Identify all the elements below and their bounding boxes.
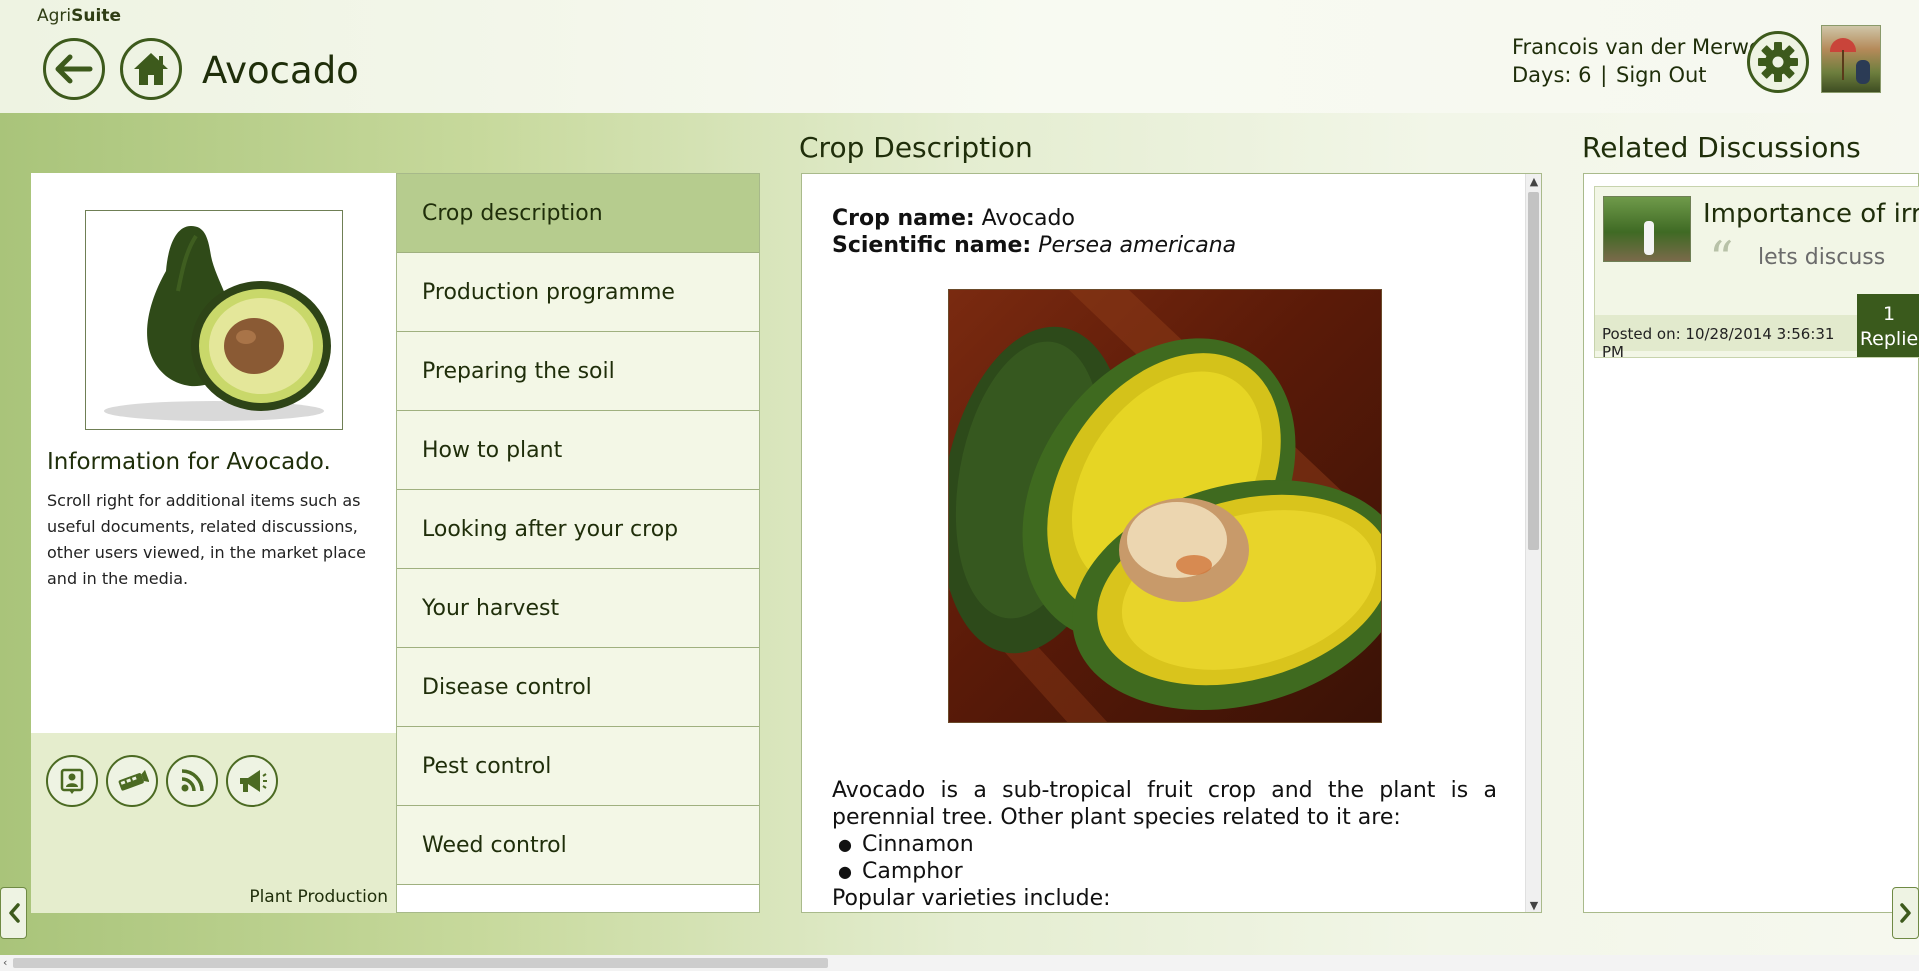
arrow-left-icon <box>55 54 93 84</box>
discussion-replies-badge[interactable]: 1 Replie <box>1857 294 1919 357</box>
crop-description-panel[interactable]: Crop name: Avocado Scientific name: Pers… <box>801 173 1542 913</box>
back-button[interactable] <box>43 38 105 100</box>
person-figure-shape <box>1644 221 1654 255</box>
crop-name-value: Avocado <box>981 206 1075 231</box>
contact-card-icon <box>60 768 84 794</box>
megaphone-icon <box>240 770 267 792</box>
menu-item-looking-after-crop[interactable]: Looking after your crop <box>397 490 759 569</box>
description-scrollbar[interactable]: ▲ ▼ <box>1525 174 1541 912</box>
menu-item-crop-description[interactable]: Crop description <box>397 174 759 253</box>
crop-info-card: Information for Avocado. Scroll right fo… <box>31 173 396 913</box>
settings-button[interactable] <box>1747 31 1809 93</box>
related-species-list: Cinnamon Camphor <box>838 831 1497 885</box>
related-discussions-panel: Importance of irr... “ lets discuss Post… <box>1583 173 1919 913</box>
user-name: Francois van der Merwe <box>1512 35 1762 59</box>
menu-item-preparing-soil[interactable]: Preparing the soil <box>397 332 759 411</box>
crop-topic-menu: Crop description Production programme Pr… <box>396 173 760 913</box>
rss-button[interactable] <box>166 755 218 807</box>
crop-description-body: Avocado is a sub-tropical fruit crop and… <box>832 778 1497 830</box>
chevron-right-icon <box>1899 903 1911 923</box>
media-button[interactable] <box>106 755 158 807</box>
avocado-photo <box>948 289 1382 723</box>
menu-item-production-programme[interactable]: Production programme <box>397 253 759 332</box>
app-brand: AgriSuite <box>37 6 121 26</box>
home-button[interactable] <box>120 38 182 100</box>
menu-item-your-harvest[interactable]: Your harvest <box>397 569 759 648</box>
horizontal-scrollbar[interactable]: ‹ <box>0 955 1919 971</box>
category-label: Plant Production <box>249 887 388 907</box>
scroll-left-arrow-icon[interactable]: ‹ <box>3 955 7 971</box>
user-info: Francois van der Merwe Days: 6 | Sign Ou… <box>1512 33 1762 89</box>
scientific-name-value: Persea americana <box>1038 233 1237 258</box>
scrollbar-thumb[interactable] <box>1528 192 1539 550</box>
home-icon <box>134 53 168 85</box>
menu-item-how-to-plant[interactable]: How to plant <box>397 411 759 490</box>
sign-out-link[interactable]: Sign Out <box>1616 63 1707 87</box>
related-discussions-title: Related Discussions <box>1582 131 1861 164</box>
discussion-thumbnail <box>1603 196 1691 262</box>
gear-icon <box>1758 42 1798 82</box>
avocado-illustration <box>104 226 331 421</box>
crop-thumbnail-image <box>85 210 343 430</box>
horizontal-scrollbar-thumb[interactable] <box>13 958 828 968</box>
avocado-photo-illustration <box>949 290 1381 722</box>
discussion-card[interactable]: Importance of irr... “ lets discuss Post… <box>1594 186 1919 358</box>
scroll-down-arrow-icon[interactable]: ▼ <box>1526 898 1541 912</box>
info-card-footer: Plant Production <box>31 733 396 913</box>
separator: | <box>1600 63 1608 87</box>
footer-icon-row <box>46 755 278 807</box>
avatar[interactable] <box>1821 25 1881 93</box>
scroll-right-button[interactable] <box>1892 887 1919 939</box>
avatar-person-shape <box>1856 60 1870 84</box>
scientific-name-label: Scientific name: <box>832 233 1032 258</box>
info-heading: Information for Avocado. <box>47 449 331 475</box>
film-icon <box>118 769 149 791</box>
list-item: Camphor <box>838 858 1497 885</box>
days-counter: Days: 6 <box>1512 63 1592 87</box>
scroll-up-arrow-icon[interactable]: ▲ <box>1526 174 1541 190</box>
crop-description-content: Crop name: Avocado Scientific name: Pers… <box>832 205 1497 912</box>
scientific-name-line: Scientific name: Persea americana <box>832 232 1497 259</box>
info-description: Scroll right for additional items such a… <box>47 491 366 588</box>
contact-card-button[interactable] <box>46 755 98 807</box>
menu-item-disease-control[interactable]: Disease control <box>397 648 759 727</box>
discussion-snippet: lets discuss <box>1758 245 1886 270</box>
page-title: Avocado <box>202 49 359 92</box>
replies-count: 1 <box>1882 303 1896 325</box>
menu-item-weed-control[interactable]: Weed control <box>397 806 759 885</box>
chevron-left-icon <box>8 903 20 923</box>
varieties-heading: Popular varieties include: <box>832 886 1111 911</box>
discussion-posted-date: Posted on: 10/28/2014 3:56:31 PM <box>1595 315 1857 357</box>
quote-icon: “ <box>1709 231 1734 287</box>
crop-description-title: Crop Description <box>799 131 1033 164</box>
crop-name-line: Crop name: Avocado <box>832 205 1497 232</box>
discussion-title: Importance of irr... <box>1703 199 1919 229</box>
announcements-button[interactable] <box>226 755 278 807</box>
replies-label: Replie <box>1859 328 1919 350</box>
crop-name-label: Crop name: <box>832 206 975 231</box>
scroll-left-button[interactable] <box>0 887 27 939</box>
list-item: Cinnamon <box>838 831 1497 858</box>
avatar-pole-shape <box>1842 50 1844 80</box>
app-header: AgriSuite Avocado Francois van der Merwe… <box>0 0 1919 113</box>
rss-icon <box>181 769 204 792</box>
menu-item-pest-control[interactable]: Pest control <box>397 727 759 806</box>
